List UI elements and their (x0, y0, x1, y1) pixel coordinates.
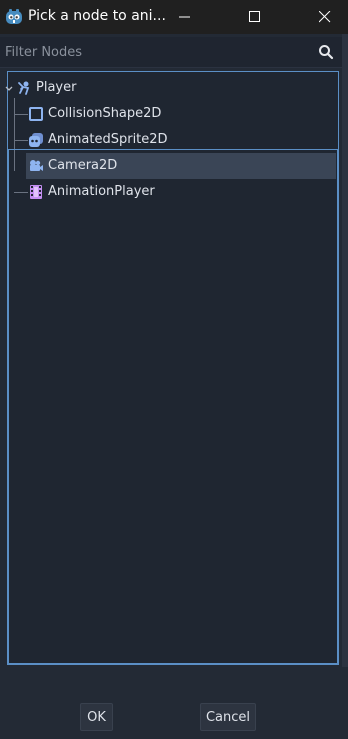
player-node-icon (18, 81, 30, 95)
tree-item-label: AnimatedSprite2D (48, 132, 168, 147)
maximize-icon (249, 11, 260, 22)
tree-item-animatedsprite2d[interactable]: AnimatedSprite2D (8, 127, 338, 153)
close-icon (319, 11, 331, 23)
tree-item-label: Camera2D (48, 158, 118, 173)
tree-item-collisionshape2d[interactable]: CollisionShape2D (8, 101, 338, 127)
search-icon[interactable] (318, 44, 334, 60)
tree-item-label: CollisionShape2D (48, 106, 162, 121)
tree-item-animationplayer[interactable]: AnimationPlayer (8, 179, 338, 205)
cancel-button[interactable]: Cancel (200, 703, 256, 731)
tree-item-label: Player (36, 80, 77, 95)
close-button[interactable] (302, 0, 348, 34)
filter-nodes-input[interactable] (0, 37, 305, 67)
window-edge (342, 34, 348, 739)
chevron-down-icon[interactable] (4, 85, 14, 93)
window-title: Pick a node to ani... (28, 8, 166, 24)
ok-button[interactable]: OK (80, 703, 113, 731)
tree-focus-frame (8, 149, 338, 664)
tree-item-label: AnimationPlayer (48, 184, 155, 199)
godot-app-icon (6, 9, 22, 24)
minimize-button[interactable] (162, 0, 208, 34)
tree-item-player[interactable]: Player (5, 75, 338, 101)
camera-icon (30, 160, 43, 171)
dialog-footer: OK Cancel (0, 667, 348, 739)
node-tree[interactable]: Player CollisionShape2D AnimatedSprite2D… (5, 71, 339, 665)
filter-bar (0, 37, 342, 68)
animation-player-icon (30, 185, 42, 199)
minimize-icon (179, 16, 190, 18)
maximize-button[interactable] (232, 0, 278, 34)
title-bar[interactable]: Pick a node to ani... (0, 0, 348, 34)
collision-shape-icon (29, 107, 43, 121)
tree-item-camera2d[interactable]: Camera2D (26, 153, 336, 179)
animated-sprite-icon (29, 133, 43, 147)
